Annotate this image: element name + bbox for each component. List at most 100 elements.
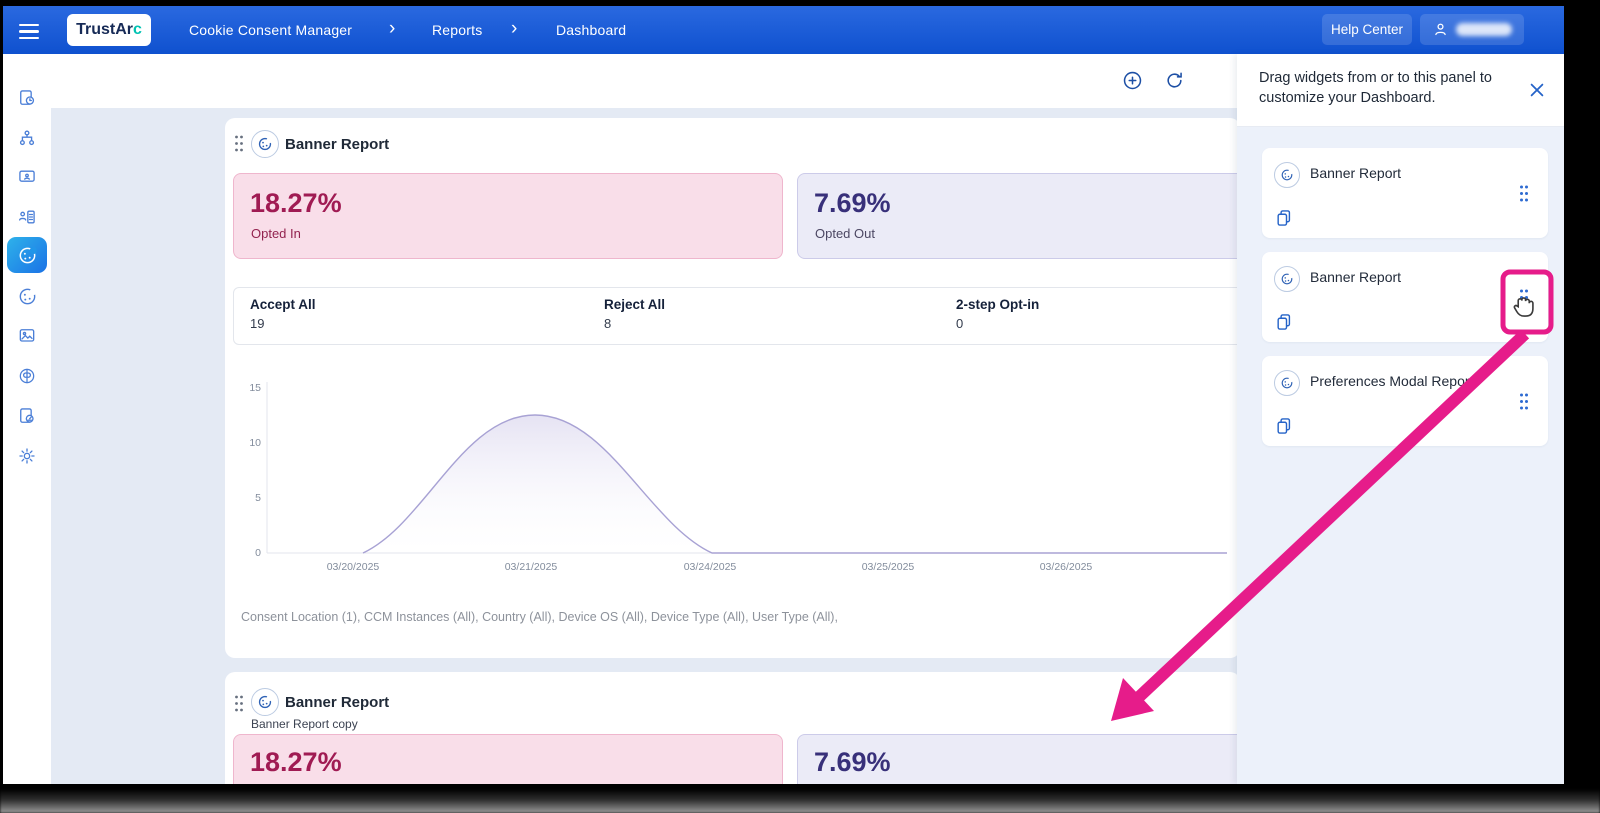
widget-subtitle: Banner Report copy <box>251 717 358 731</box>
settings-gear-icon <box>19 448 35 464</box>
sidebar-item-settings-gear[interactable] <box>7 438 47 474</box>
sidebar-item-ai-brain[interactable] <box>7 358 47 394</box>
user-form-icon <box>19 210 35 224</box>
user-icon <box>1435 23 1446 36</box>
breadcrumb-reports[interactable]: Reports <box>432 22 482 38</box>
stat-label: Accept All <box>250 297 316 312</box>
opted-out-value: 7.69% <box>814 747 891 777</box>
x-tick-4: 03/25/2025 <box>862 561 915 573</box>
cookie-widget-icon <box>251 688 279 716</box>
consent-stats-row: Accept All 19 Reject All 8 2-step Opt-in… <box>233 287 1240 345</box>
x-tick-5: 03/26/2025 <box>1040 561 1093 573</box>
consent-trend-area-chart: 15 10 5 0 03/20/2025 03/21/2025 03/24/20… <box>249 382 1227 573</box>
breadcrumb-separator: › <box>389 18 396 39</box>
media-report-icon <box>19 329 35 342</box>
breadcrumb-separator-2: › <box>511 18 518 39</box>
user-menu-button[interactable] <box>1420 14 1524 45</box>
widget-title: Banner Report <box>285 136 390 153</box>
add-widget-button[interactable] <box>1117 65 1147 95</box>
panel-widget-label: Banner Report <box>1310 165 1402 181</box>
app-screen: TrustAr c Cookie Consent Manager › Report… <box>3 6 1564 784</box>
sidebar-item-doc-gauge[interactable] <box>7 398 47 434</box>
copy-widget-icon[interactable] <box>1274 208 1294 228</box>
breadcrumb-cookie-consent-manager[interactable]: Cookie Consent Manager <box>189 22 352 38</box>
panel-widget-drag-handle[interactable] <box>1518 392 1530 412</box>
widget-drag-handle[interactable] <box>233 134 245 154</box>
widget-customize-panel: Drag widgets from or to this panel to cu… <box>1237 54 1564 784</box>
opted-out-value: 7.69% <box>814 188 891 218</box>
copy-widget-icon[interactable] <box>1274 312 1294 332</box>
opted-out-label: Opted Out <box>815 226 875 241</box>
panel-widget-label: Preferences Modal Report <box>1310 373 1474 389</box>
stat-label: 2-step Opt-in <box>956 297 1040 312</box>
stat-value: 0 <box>956 316 964 331</box>
banner-report-widget: Banner Report 18.27% Opted In 7.69% Opte… <box>225 118 1240 658</box>
cookie-outline-icon <box>19 287 37 304</box>
stat-reject-all: Reject All 8 <box>604 297 665 331</box>
cookie-widget-icon <box>1274 266 1300 292</box>
opted-in-value: 18.27% <box>250 188 342 218</box>
stat-value: 19 <box>250 316 265 331</box>
refresh-button[interactable] <box>1159 65 1189 95</box>
banner-report-copy-widget: Banner Report Banner Report copy 18.27% … <box>225 672 1240 784</box>
area-fill <box>363 415 1227 553</box>
opted-out-stat-card: 7.69% <box>797 734 1240 784</box>
add-circle-icon <box>1123 71 1141 89</box>
sidebar-item-cookie-consent-active[interactable] <box>7 237 47 273</box>
cookie-widget-icon <box>1274 370 1300 396</box>
x-tick-2: 03/21/2025 <box>505 561 558 573</box>
opted-in-label: Opted In <box>251 226 301 241</box>
screenshot-bottom-shadow <box>0 789 1600 813</box>
cookie-icon <box>19 246 37 263</box>
copy-widget-icon[interactable] <box>1274 416 1294 436</box>
sidebar-item-banner-preview[interactable] <box>7 159 47 195</box>
panel-widget-label: Banner Report <box>1310 269 1402 285</box>
x-tick-3: 03/24/2025 <box>684 561 737 573</box>
logo-text-accent: c <box>133 21 142 38</box>
panel-widget-drag-handle[interactable] <box>1518 184 1530 204</box>
top-navbar: TrustAr c Cookie Consent Manager › Report… <box>3 6 1564 54</box>
applied-filters-text: Consent Location (1), CCM Instances (All… <box>241 610 838 624</box>
dashboard-toolbar <box>51 54 1237 109</box>
opted-in-value: 18.27% <box>250 747 342 777</box>
y-tick-5: 5 <box>255 492 261 504</box>
cookie-widget-icon <box>251 130 279 158</box>
x-tick-1: 03/20/2025 <box>327 561 380 573</box>
help-center-button[interactable]: Help Center <box>1322 14 1412 45</box>
panel-widget-banner-report-2[interactable]: Banner Report <box>1262 252 1548 342</box>
y-tick-0: 0 <box>255 547 261 559</box>
hamburger-menu-icon[interactable] <box>19 20 41 40</box>
sidebar-item-cookie-report[interactable] <box>7 278 47 314</box>
panel-widget-preferences-modal-report[interactable]: Preferences Modal Report <box>1262 356 1548 446</box>
sidebar-item-media-report[interactable] <box>7 318 47 354</box>
stat-label: Reject All <box>604 297 666 312</box>
trustarc-logo[interactable]: TrustAr c <box>67 14 151 46</box>
opted-in-stat-card: 18.27% <box>233 734 783 784</box>
doc-gauge-icon <box>20 408 34 423</box>
report-clock-icon <box>20 90 35 105</box>
panel-widget-drag-handle-highlighted[interactable] <box>1518 288 1530 308</box>
org-chart-icon <box>19 130 35 146</box>
cookie-widget-icon <box>1274 162 1300 188</box>
stat-two-step-opt-in: 2-step Opt-in 0 <box>956 297 1039 331</box>
breadcrumb-dashboard[interactable]: Dashboard <box>556 22 626 38</box>
refresh-icon <box>1166 72 1182 88</box>
left-sidebar <box>3 54 52 784</box>
sidebar-item-report-clock[interactable] <box>7 80 47 116</box>
banner-preview-icon <box>19 170 35 182</box>
stat-accept-all: Accept All 19 <box>250 297 316 331</box>
panel-widget-banner-report-1[interactable]: Banner Report <box>1262 148 1548 238</box>
opted-in-stat-card: 18.27% Opted In <box>233 173 783 259</box>
widget-title: Banner Report <box>285 694 390 711</box>
user-name-redacted <box>1456 23 1512 36</box>
opted-out-stat-card: 7.69% Opted Out <box>797 173 1240 259</box>
close-panel-icon[interactable] <box>1528 81 1546 99</box>
ai-brain-icon <box>19 368 35 384</box>
panel-header: Drag widgets from or to this panel to cu… <box>1237 54 1564 127</box>
widget-drag-handle[interactable] <box>233 694 245 714</box>
panel-hint-text: Drag widgets from or to this panel to cu… <box>1259 70 1492 106</box>
y-tick-10: 10 <box>249 437 261 449</box>
sidebar-item-org-chart[interactable] <box>7 120 47 156</box>
y-tick-15: 15 <box>249 382 261 394</box>
sidebar-item-user-form[interactable] <box>7 199 47 235</box>
